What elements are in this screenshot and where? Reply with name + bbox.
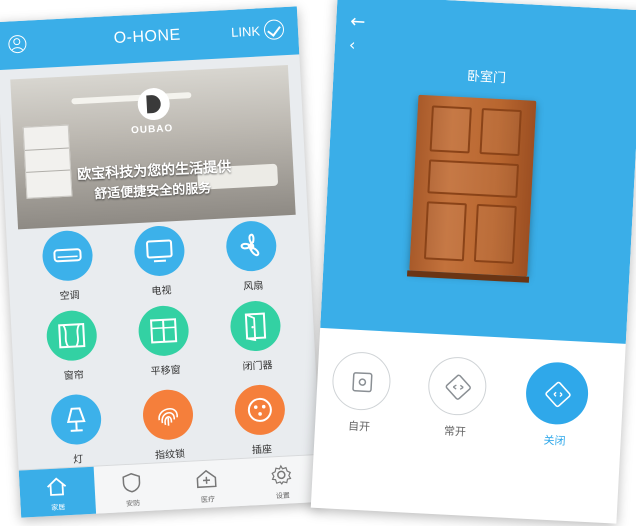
device-air-conditioner[interactable]: 空调 [20, 228, 116, 304]
device-label: 电视 [151, 285, 172, 298]
device-lamp[interactable]: 灯 [29, 392, 125, 468]
device-door-closer[interactable]: 闭门器 [208, 299, 304, 375]
brand-name: OUBAO [130, 123, 174, 137]
device-curtain[interactable]: 窗帘 [24, 308, 120, 384]
close-door-button[interactable]: 关闭 [506, 360, 606, 451]
device-fan[interactable]: 风扇 [204, 219, 300, 295]
back-arrow-icon[interactable]: ← [350, 11, 366, 33]
link-label[interactable]: LINK [231, 23, 261, 39]
tab-label: 设置 [275, 491, 291, 501]
promo-banner[interactable]: OUBAO 欧宝科技为您的生活提供 舒适便捷安全的服务 [10, 64, 296, 230]
control-label: 常开 [443, 424, 467, 439]
page-title: 卧室门 [466, 69, 507, 87]
chevron-left-icon[interactable]: ‹ [349, 35, 356, 54]
device-tv[interactable]: 电视 [112, 224, 208, 300]
tab-label: 家居 [51, 503, 66, 512]
door-preview-area: ← ‹ 卧室门 [320, 0, 636, 344]
air-conditioner-icon [41, 229, 94, 283]
door-control-screen: ← ‹ 卧室门 自开 常开 关闭 [310, 0, 636, 524]
app-header: O-HONE LINK [0, 6, 300, 71]
control-label: 关闭 [543, 433, 566, 448]
tab-security[interactable]: 安防 [94, 463, 171, 515]
lamp-icon [49, 393, 103, 446]
auto-open-icon [330, 350, 392, 412]
tab-home[interactable]: 家居 [18, 466, 97, 518]
door-image [406, 94, 537, 283]
control-label: 自开 [347, 419, 371, 434]
device-label: 闭门器 [242, 360, 273, 373]
curtain-icon [45, 309, 99, 362]
tab-label: 安防 [125, 499, 141, 509]
always-open-icon [426, 355, 488, 417]
medical-icon [196, 469, 217, 489]
door-closer-icon [229, 299, 282, 353]
tab-medical[interactable]: 医疗 [169, 459, 246, 511]
fan-icon [225, 219, 278, 273]
close-door-icon [524, 360, 590, 426]
gear-icon [271, 464, 292, 485]
brand-logo [136, 87, 171, 121]
device-socket[interactable]: 插座 [213, 383, 309, 459]
device-label: 空调 [59, 290, 80, 303]
device-label: 风扇 [243, 280, 264, 293]
always-open-button[interactable]: 常开 [407, 355, 507, 442]
home-icon [46, 477, 67, 496]
device-sliding-window[interactable]: 平移窗 [116, 303, 212, 379]
device-label: 平移窗 [150, 365, 181, 378]
sliding-window-icon [137, 304, 190, 358]
tv-icon [133, 224, 186, 278]
device-fingerprint-lock[interactable]: 指纹锁 [121, 387, 217, 463]
tab-settings[interactable]: 设置 [243, 455, 320, 507]
socket-icon [233, 383, 287, 437]
home-screen: O-HONE LINK OUBAO 欧宝科技为您的生活提供 舒适便捷安全的服务 … [0, 6, 323, 518]
auto-open-button[interactable]: 自开 [315, 350, 407, 436]
shield-icon [122, 472, 141, 493]
fingerprint-icon [141, 388, 195, 442]
device-label: 窗帘 [63, 370, 85, 383]
tab-label: 医疗 [200, 495, 216, 505]
